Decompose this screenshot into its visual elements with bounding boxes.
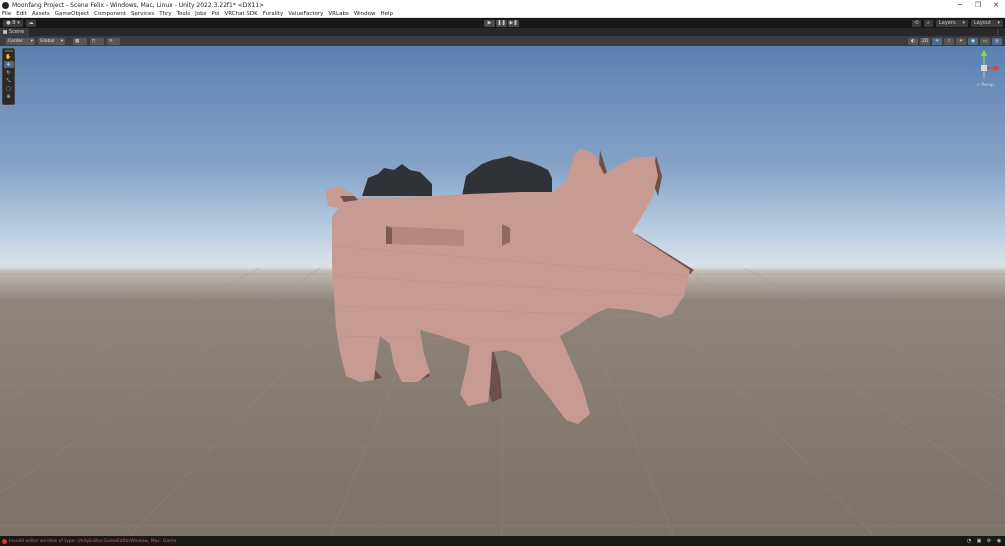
menu-edit[interactable]: Edit: [16, 11, 27, 17]
draw-mode-icon[interactable]: ◐: [908, 37, 918, 45]
maximize-icon[interactable]: ❐: [969, 0, 987, 10]
window-controls: ─ ❐ ✕: [951, 0, 1005, 10]
scene-toolbar: Center ▾ Global ▾ ▦ ⊓ ≡ ◐ 2D ☀ ♪ ✦ ◉ ▭ ◎: [0, 36, 1005, 46]
overlay-menu-button[interactable]: ≡: [107, 37, 120, 45]
pivot-dropdown[interactable]: Center ▾: [6, 37, 35, 45]
status-bar: Invalid editor window of type: UnityEdit…: [0, 536, 1005, 546]
account-dropdown[interactable]: ● B ▾: [3, 19, 23, 27]
layout-dropdown[interactable]: Layout ▾: [971, 19, 1003, 27]
toolbar-right: ⟲ ⌕ Layers ▾ Layout ▾: [912, 19, 1003, 27]
close-icon[interactable]: ✕: [987, 0, 1005, 10]
console-message[interactable]: Invalid editor window of type: UnityEdit…: [9, 539, 176, 544]
menu-assets[interactable]: Assets: [32, 11, 50, 17]
scene-icon: [3, 30, 7, 34]
chevron-down-icon: ▾: [962, 20, 965, 26]
pause-icon[interactable]: ❚❚: [496, 19, 507, 27]
menu-window[interactable]: Window: [354, 11, 376, 17]
overlay-grip-icon[interactable]: [4, 50, 13, 52]
chevron-down-icon: ▾: [60, 38, 63, 44]
error-icon: [2, 538, 7, 544]
menu-gameobject[interactable]: GameObject: [55, 11, 89, 17]
axis-gizmo-icon: [971, 50, 1000, 78]
tab-scene-label: Scene: [9, 29, 25, 35]
rect-tool-icon[interactable]: ▢: [4, 85, 14, 92]
space-dropdown[interactable]: Global ▾: [38, 37, 65, 45]
layers-dropdown[interactable]: Layers ▾: [936, 19, 968, 27]
title-bar: Moonfang Project - Scene Felix - Windows…: [0, 0, 1005, 10]
layers-icon: ≡: [109, 38, 113, 44]
chevron-down-icon: ▾: [30, 38, 33, 44]
main-toolbar: ● B ▾ ☁ ▶ ❚❚ ▶❚ ⟲ ⌕ Layers ▾ Layout ▾: [0, 18, 1005, 28]
hidden-objects-icon[interactable]: ◉: [968, 37, 978, 45]
chevron-down-icon: ▾: [997, 20, 1000, 26]
scene-viewport[interactable]: [0, 46, 1005, 536]
2d-toggle-icon[interactable]: 2D: [920, 37, 930, 45]
tab-scene[interactable]: Scene: [0, 28, 30, 36]
space-label: Global: [40, 38, 55, 44]
playmode-controls: ▶ ❚❚ ▶❚: [484, 19, 519, 27]
snap-increment-button[interactable]: ⊓: [90, 37, 104, 45]
pig-hair: [362, 156, 552, 196]
tab-bar: Scene ⋮: [0, 28, 1005, 36]
scene-view-options: ◐ 2D ☀ ♪ ✦ ◉ ▭ ◎: [908, 37, 1002, 45]
gizmos-icon[interactable]: ◎: [992, 37, 1002, 45]
projection-label[interactable]: < Persp: [968, 83, 1002, 88]
minimize-icon[interactable]: ─: [951, 0, 969, 10]
menu-vrlabs[interactable]: VRLabs: [328, 11, 348, 17]
play-icon[interactable]: ▶: [484, 19, 495, 27]
effects-icon[interactable]: ✦: [956, 37, 966, 45]
search-icon[interactable]: ⌕: [924, 19, 933, 27]
move-tool-icon[interactable]: ✥: [3, 61, 14, 68]
menu-poi[interactable]: Poi: [212, 11, 220, 17]
coin-slot-shadow: [386, 226, 392, 244]
cache-icon[interactable]: ⚙: [986, 538, 992, 544]
menu-furality[interactable]: Furality: [263, 11, 283, 17]
menu-valuefactory[interactable]: ValueFactory: [288, 11, 323, 17]
menu-vrchat-sdk[interactable]: VRChat SDK: [225, 11, 258, 17]
history-icon[interactable]: ⟲: [912, 19, 921, 27]
menu-thry[interactable]: Thry: [159, 11, 171, 17]
transform-tool-icon[interactable]: ⊕: [4, 93, 14, 100]
rotate-tool-icon[interactable]: ↻: [4, 69, 14, 76]
status-right: ◔ ▣ ⚙ ◉: [966, 538, 1002, 544]
menu-bar: File Edit Assets GameObject Component Se…: [0, 10, 1005, 18]
debug-icon[interactable]: ▣: [976, 538, 982, 544]
window-title: Moonfang Project - Scene Felix - Windows…: [12, 1, 265, 9]
grid-snap-button[interactable]: ▦: [73, 37, 87, 45]
cloud-icon[interactable]: ☁: [26, 19, 36, 27]
magnet-icon: ⊓: [92, 38, 96, 44]
grid-icon: ▦: [75, 38, 80, 44]
orientation-gizmo[interactable]: < Persp: [968, 48, 1002, 90]
more-options-icon[interactable]: ⋮: [995, 29, 1001, 36]
camera-icon[interactable]: ▭: [980, 37, 990, 45]
pivot-label: Center: [8, 38, 24, 44]
layers-label: Layers: [939, 20, 956, 26]
notification-icon[interactable]: ◉: [996, 538, 1002, 544]
tools-overlay: ✋ ✥ ↻ ⤡ ▢ ⊕: [2, 48, 15, 105]
scene-render: [0, 148, 1005, 536]
menu-help[interactable]: Help: [381, 11, 394, 17]
menu-component[interactable]: Component: [94, 11, 126, 17]
hand-tool-icon[interactable]: ✋: [4, 53, 14, 60]
menu-file[interactable]: File: [2, 11, 11, 17]
menu-tools[interactable]: Tools: [177, 11, 191, 17]
progress-icon[interactable]: ◔: [966, 538, 972, 544]
step-icon[interactable]: ▶❚: [508, 19, 519, 27]
unity-logo-icon: [2, 1, 9, 9]
menu-services[interactable]: Services: [131, 11, 154, 17]
audio-icon[interactable]: ♪: [944, 37, 954, 45]
menu-jobs[interactable]: Jobs: [195, 11, 206, 17]
lighting-icon[interactable]: ☀: [932, 37, 942, 45]
layout-label: Layout: [974, 20, 991, 26]
scale-tool-icon[interactable]: ⤡: [4, 77, 14, 84]
